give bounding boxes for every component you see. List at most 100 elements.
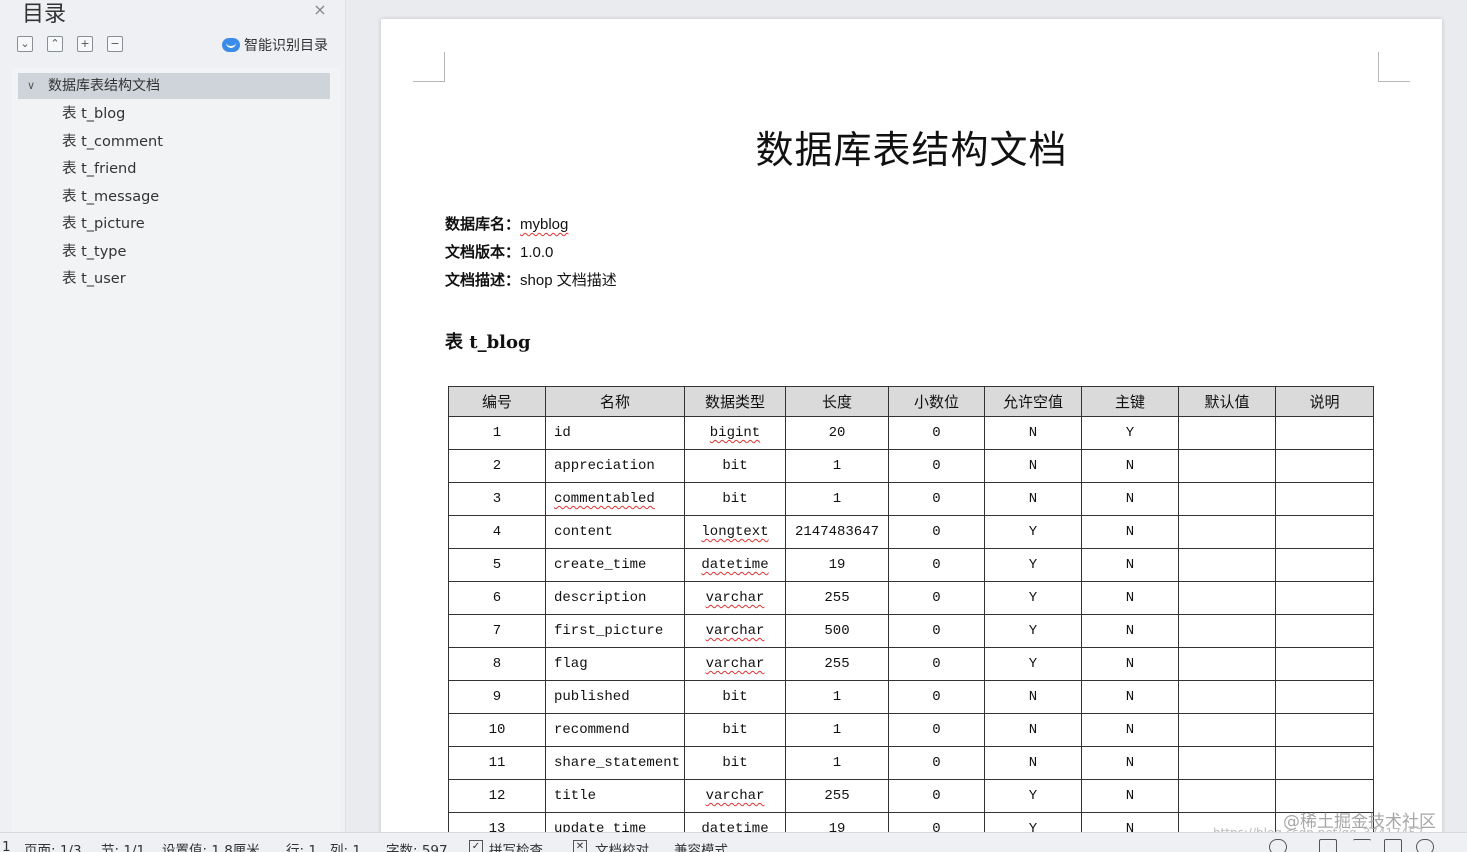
cell-index[interactable]: 4 <box>448 515 546 549</box>
cell-type[interactable]: longtext <box>684 515 786 549</box>
cell-index[interactable]: 1 <box>448 416 546 450</box>
doc-check-icon[interactable]: ✕ <box>573 840 587 852</box>
cell-type[interactable]: bit <box>684 713 786 747</box>
page-view-icon[interactable] <box>1319 839 1337 852</box>
cell-primary-key[interactable]: N <box>1081 449 1179 483</box>
cell-comment[interactable] <box>1275 614 1374 648</box>
cell-name[interactable]: recommend <box>545 713 685 747</box>
toc-item-t-user[interactable]: 表 t_user <box>62 266 126 292</box>
cell-default[interactable] <box>1178 482 1276 516</box>
cell-primary-key[interactable]: N <box>1081 680 1179 714</box>
cell-default[interactable] <box>1178 779 1276 813</box>
cell-primary-key[interactable]: N <box>1081 779 1179 813</box>
cell-name[interactable]: published <box>545 680 685 714</box>
cell-index[interactable]: 2 <box>448 449 546 483</box>
cell-nullable[interactable]: Y <box>984 614 1082 648</box>
cell-primary-key[interactable]: N <box>1081 614 1179 648</box>
cell-type[interactable]: bit <box>684 482 786 516</box>
cell-type[interactable]: bit <box>684 449 786 483</box>
cell-nullable[interactable]: N <box>984 449 1082 483</box>
cell-index[interactable]: 7 <box>448 614 546 648</box>
collapse-all-icon[interactable]: ⌄ <box>17 36 33 52</box>
cell-name[interactable]: update_time <box>545 812 685 832</box>
cell-length[interactable]: 1 <box>785 746 889 780</box>
cell-index[interactable]: 11 <box>448 746 546 780</box>
status-spell-check[interactable]: 拼写检查 <box>489 839 543 852</box>
cell-nullable[interactable]: N <box>984 416 1082 450</box>
cell-primary-key[interactable]: N <box>1081 548 1179 582</box>
cell-nullable[interactable]: N <box>984 746 1082 780</box>
cell-comment[interactable] <box>1275 515 1374 549</box>
cell-default[interactable] <box>1178 647 1276 681</box>
cell-name[interactable]: title <box>545 779 685 813</box>
remove-heading-icon[interactable]: − <box>107 36 123 52</box>
cell-length[interactable]: 20 <box>785 416 889 450</box>
cell-index[interactable]: 13 <box>448 812 546 832</box>
cell-decimals[interactable]: 0 <box>888 548 985 582</box>
cell-decimals[interactable]: 0 <box>888 779 985 813</box>
web-view-icon[interactable] <box>1416 839 1434 852</box>
cell-primary-key[interactable]: N <box>1081 515 1179 549</box>
toc-item-t-comment[interactable]: 表 t_comment <box>62 129 163 155</box>
cell-length[interactable]: 19 <box>785 548 889 582</box>
cell-comment[interactable] <box>1275 647 1374 681</box>
cell-comment[interactable] <box>1275 746 1374 780</box>
cell-length[interactable]: 1 <box>785 713 889 747</box>
cell-type[interactable]: datetime <box>684 812 786 832</box>
toc-item-t-friend[interactable]: 表 t_friend <box>62 156 136 182</box>
cell-nullable[interactable]: N <box>984 680 1082 714</box>
cell-index[interactable]: 9 <box>448 680 546 714</box>
cell-index[interactable]: 8 <box>448 647 546 681</box>
close-icon[interactable]: × <box>312 2 328 18</box>
cell-comment[interactable] <box>1275 713 1374 747</box>
cell-primary-key[interactable]: N <box>1081 713 1179 747</box>
spell-check-icon[interactable]: ✓ <box>469 840 483 852</box>
cell-decimals[interactable]: 0 <box>888 680 985 714</box>
cell-primary-key[interactable]: N <box>1081 482 1179 516</box>
chevron-down-icon[interactable]: ∨ <box>27 73 35 99</box>
cell-name[interactable]: create_time <box>545 548 685 582</box>
outline-view-icon[interactable] <box>1353 839 1371 852</box>
cell-name[interactable]: id <box>545 416 685 450</box>
cell-index[interactable]: 12 <box>448 779 546 813</box>
cell-decimals[interactable]: 0 <box>888 647 985 681</box>
cell-name[interactable]: share_statement <box>545 746 685 780</box>
cell-length[interactable]: 1 <box>785 482 889 516</box>
cell-type[interactable]: datetime <box>684 548 786 582</box>
cell-type[interactable]: varchar <box>684 581 786 615</box>
cell-decimals[interactable]: 0 <box>888 746 985 780</box>
cell-nullable[interactable]: N <box>984 713 1082 747</box>
cell-primary-key[interactable]: N <box>1081 647 1179 681</box>
cell-default[interactable] <box>1178 449 1276 483</box>
add-heading-icon[interactable]: + <box>77 36 93 52</box>
eye-protection-icon[interactable] <box>1269 839 1287 852</box>
status-setting[interactable]: 设置值: 1.8厘米 <box>162 839 260 852</box>
cell-primary-key[interactable]: Y <box>1081 416 1179 450</box>
cell-length[interactable]: 2147483647 <box>785 515 889 549</box>
expand-up-icon[interactable]: ⌃ <box>47 36 63 52</box>
cell-name[interactable]: commentabled <box>545 482 685 516</box>
cell-name[interactable]: description <box>545 581 685 615</box>
cell-index[interactable]: 5 <box>448 548 546 582</box>
cell-name[interactable]: appreciation <box>545 449 685 483</box>
cell-comment[interactable] <box>1275 416 1374 450</box>
document-page[interactable]: 数据库表结构文档 数据库名：myblog 文档版本：1.0.0 文档描述：sho… <box>381 19 1442 832</box>
cell-length[interactable]: 255 <box>785 779 889 813</box>
cell-comment[interactable] <box>1275 449 1374 483</box>
cell-nullable[interactable]: Y <box>984 812 1082 832</box>
cell-default[interactable] <box>1178 713 1276 747</box>
cell-nullable[interactable]: Y <box>984 581 1082 615</box>
cell-type[interactable]: bigint <box>684 416 786 450</box>
status-word-count[interactable]: 字数: 597 <box>386 839 448 852</box>
document-area[interactable]: 数据库表结构文档 数据库名：myblog 文档版本：1.0.0 文档描述：sho… <box>347 0 1467 832</box>
reading-view-icon[interactable] <box>1384 839 1402 852</box>
cell-default[interactable] <box>1178 614 1276 648</box>
cell-decimals[interactable]: 0 <box>888 581 985 615</box>
cell-decimals[interactable]: 0 <box>888 449 985 483</box>
cell-nullable[interactable]: Y <box>984 515 1082 549</box>
cell-name[interactable]: flag <box>545 647 685 681</box>
cell-primary-key[interactable]: N <box>1081 812 1179 832</box>
cell-nullable[interactable]: Y <box>984 779 1082 813</box>
cell-nullable[interactable]: Y <box>984 548 1082 582</box>
cell-primary-key[interactable]: N <box>1081 746 1179 780</box>
